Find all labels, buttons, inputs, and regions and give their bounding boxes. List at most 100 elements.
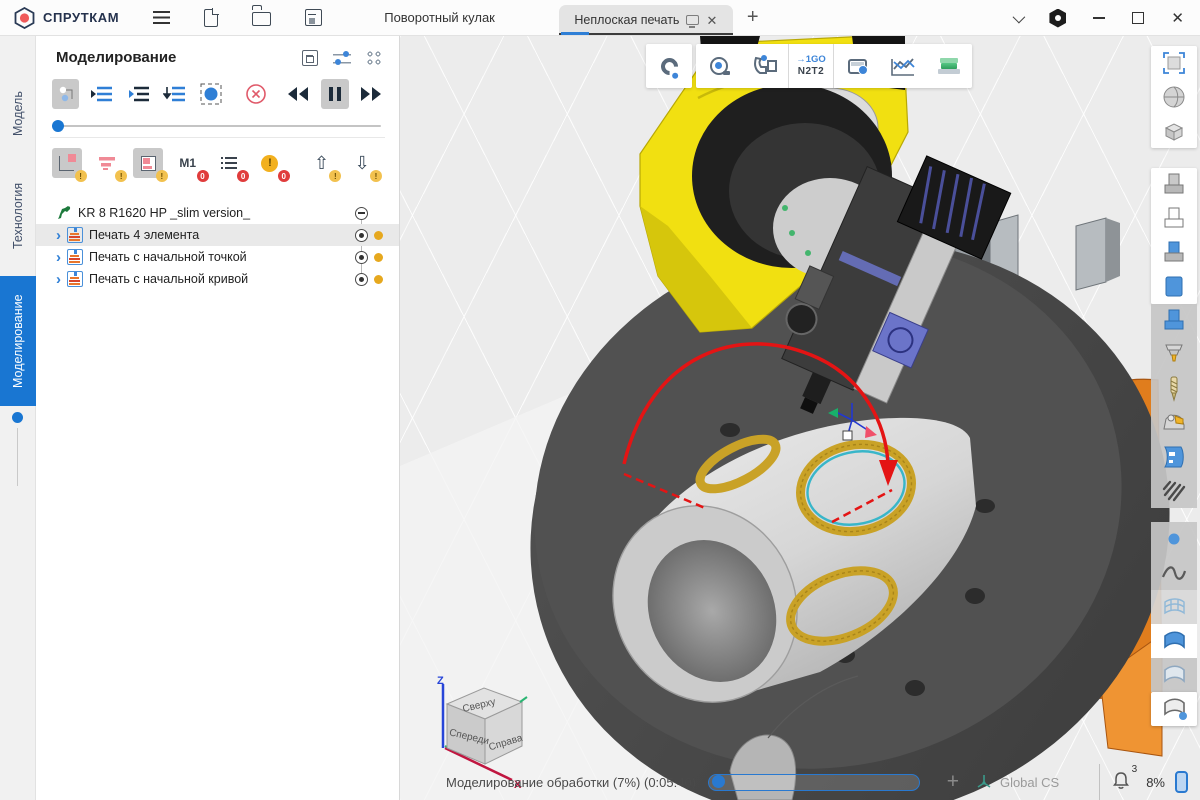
expand-chevron-icon[interactable]: › (56, 228, 67, 243)
tab-close-icon[interactable]: ✕ (706, 14, 717, 27)
tree-row-print-point[interactable]: › Печать с начальной точкой (36, 246, 399, 268)
workpiece-combined-icon[interactable] (1151, 236, 1197, 270)
visibility-radio[interactable] (355, 273, 368, 286)
tree-item-label: Печать 4 элемента (89, 228, 199, 242)
calculator-icon[interactable] (834, 44, 880, 88)
print-operation-icon (67, 249, 83, 265)
magnet-snap-icon[interactable] (646, 44, 692, 88)
caliper-icon[interactable] (742, 44, 788, 88)
cs-label[interactable]: Global CS (1000, 775, 1059, 790)
collision-check-icon[interactable]: ! (52, 148, 82, 178)
next-warning-icon[interactable]: ⇩! (347, 148, 377, 178)
stop-icon[interactable] (242, 79, 269, 109)
coordinate-system-icon[interactable] (975, 773, 993, 791)
toolpath-hatch-icon[interactable] (1151, 474, 1197, 508)
fast-forward-icon[interactable] (358, 79, 385, 109)
simulation-panel: Моделирование (36, 36, 400, 800)
surface-point-icon[interactable] (1151, 692, 1197, 726)
save-icon[interactable] (302, 50, 318, 66)
status-dot (374, 275, 383, 284)
visibility-radio[interactable] (355, 251, 368, 264)
fit-selection-icon[interactable] (1151, 46, 1197, 80)
tree-item-label: Печать с начальной точкой (89, 250, 247, 264)
step-over-icon[interactable] (125, 79, 152, 109)
expand-chevron-icon[interactable]: › (56, 250, 67, 265)
viewport-toolbar: →1GO N2T2 (646, 44, 972, 88)
workpiece-gray-icon[interactable] (1151, 168, 1197, 202)
print-operation-icon (67, 227, 83, 243)
m1-stops-icon[interactable]: M1 0 (174, 148, 204, 178)
simulation-progress-slider[interactable] (54, 125, 381, 127)
gcode-line2: N2T2 (798, 66, 824, 78)
gcode-icon[interactable]: →1GO N2T2 (788, 44, 834, 88)
solid-block-icon[interactable] (1151, 270, 1197, 304)
strip-slider-line (17, 428, 18, 486)
app-window: СПРУТКАМ Поворотный кулак Неплоская печа… (0, 0, 1200, 800)
graphs-icon[interactable] (880, 44, 926, 88)
curve-icon[interactable] (1151, 556, 1197, 590)
tree-row-print-curve[interactable]: › Печать с начальной кривой (36, 268, 399, 290)
machine-sim-icon[interactable] (926, 44, 972, 88)
toolholder-icon[interactable] (1151, 338, 1197, 372)
pause-icon[interactable] (321, 79, 348, 109)
machine-part-icon[interactable] (1151, 406, 1197, 440)
new-tab-button[interactable]: + (747, 6, 759, 29)
measure-tape-icon[interactable] (696, 44, 742, 88)
progress-knob[interactable] (712, 775, 725, 788)
tree-root-row[interactable]: KR 8 R1620 HP _slim version_ (36, 202, 399, 224)
minimize-icon[interactable] (1093, 17, 1105, 19)
hexnut-settings-icon[interactable] (1049, 9, 1066, 28)
structure-icon[interactable] (52, 79, 79, 109)
open-file-button[interactable] (252, 9, 271, 26)
add-cs-button[interactable]: + (947, 770, 959, 794)
collision-report-icon[interactable]: ! (133, 148, 163, 178)
progress-label: Моделирование обработки (7%) (0:05:40) (446, 775, 696, 790)
point-icon[interactable] (1151, 522, 1197, 556)
expand-chevron-icon[interactable]: › (56, 272, 67, 287)
maximize-icon[interactable] (1132, 12, 1144, 24)
parameters-icon[interactable] (333, 51, 351, 65)
project-title: Поворотный кулак (384, 10, 495, 25)
save-file-button[interactable] (305, 9, 322, 26)
step-into-icon[interactable] (88, 79, 115, 109)
feed-warning-icon[interactable]: ! (93, 148, 123, 178)
brand-name: СПРУТКАМ (43, 10, 119, 25)
layout-grid-icon[interactable] (366, 50, 381, 65)
tab-model[interactable]: Модель (0, 76, 36, 152)
drill-tool-icon[interactable] (1151, 372, 1197, 406)
prev-warning-icon[interactable]: ⇧! (307, 148, 337, 178)
viewport-3d[interactable]: Z X Сверху Спереди Справа (400, 36, 1200, 800)
hamburger-menu-icon[interactable] (153, 11, 170, 24)
notifications-count: 3 (1132, 764, 1138, 775)
tree-item-label: Печать с начальной кривой (89, 272, 248, 286)
left-tab-strip: Модель Технология Моделирование (0, 36, 36, 800)
rewind-icon[interactable] (285, 79, 312, 109)
select-current-icon[interactable] (198, 79, 225, 109)
message-list-icon[interactable]: 0 (215, 148, 245, 178)
strip-slider-dot[interactable] (12, 412, 23, 423)
surface-light-icon[interactable] (1151, 658, 1197, 692)
close-icon[interactable]: ✕ (1171, 11, 1184, 26)
visibility-radio[interactable] (355, 229, 368, 242)
sphere-view-icon[interactable] (1151, 80, 1197, 114)
simulation-controls (36, 70, 399, 111)
progress-slider[interactable] (708, 774, 920, 791)
notifications-bell-icon[interactable]: 3 (1112, 771, 1130, 793)
box-view-icon[interactable] (1151, 114, 1197, 148)
workpiece-blue-icon[interactable] (1151, 304, 1197, 338)
warning-ball-icon[interactable]: ! 0 (255, 148, 285, 178)
chevron-down-icon[interactable] (1013, 10, 1026, 23)
mesh-surface-icon[interactable] (1151, 590, 1197, 624)
tab-monitor-icon (686, 15, 699, 25)
tab-technology[interactable]: Технология (0, 164, 36, 268)
tree-row-print4[interactable]: › Печать 4 элемента (36, 224, 399, 246)
step-list-icon[interactable] (161, 79, 188, 109)
collapse-all-toggle[interactable] (355, 207, 368, 220)
tab-simulation[interactable]: Моделирование (0, 276, 36, 406)
workpiece-outline-icon[interactable] (1151, 202, 1197, 236)
surface-filled-icon[interactable] (1151, 624, 1197, 658)
slider-knob[interactable] (52, 120, 64, 132)
machine-blue-icon[interactable] (1151, 440, 1197, 474)
tab-neploskaya-pechat[interactable]: Неплоская печать ✕ (559, 5, 733, 35)
new-file-button[interactable] (204, 9, 218, 27)
